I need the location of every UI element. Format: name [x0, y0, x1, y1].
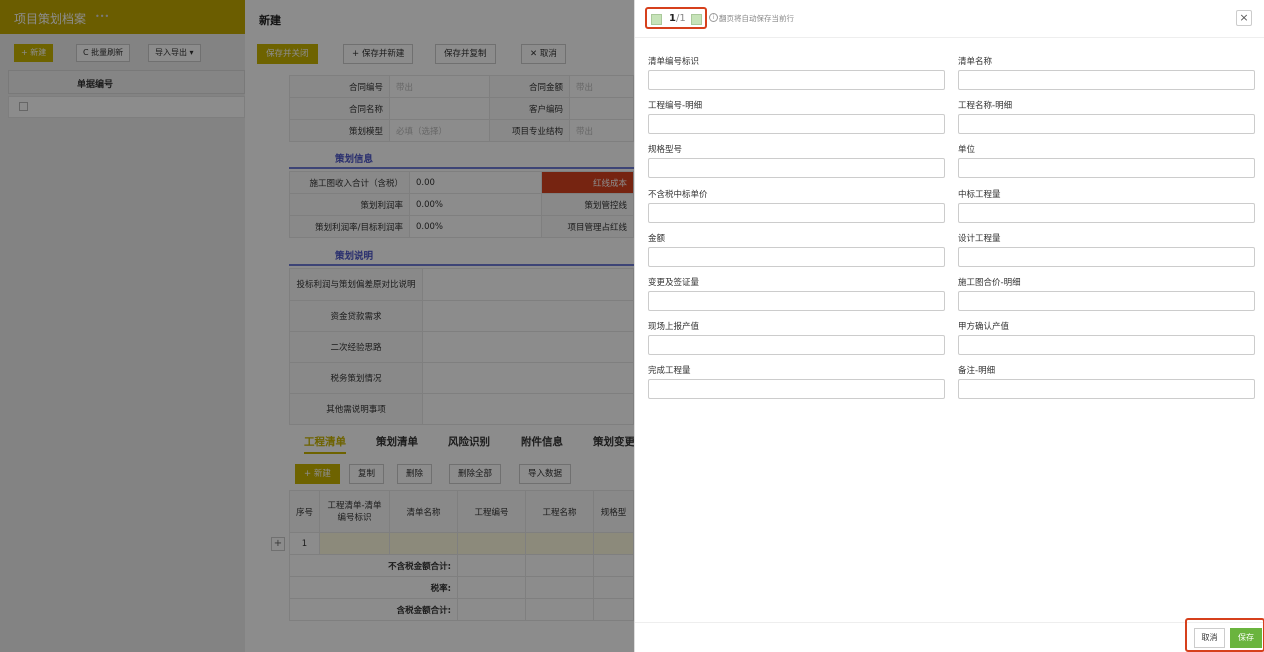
- project-name-detail-input[interactable]: [958, 114, 1255, 135]
- drawer-cancel-button[interactable]: 取消: [1194, 628, 1225, 648]
- drawing-total-price-input[interactable]: [958, 291, 1255, 311]
- amount-input[interactable]: [648, 246, 945, 267]
- row-edit-drawer: 1/1 i 翻页将自动保存当前行 × 清单编号标识 清单名称工程编号-明细 工程名称…: [634, 0, 1264, 652]
- divider: [635, 622, 1264, 623]
- close-icon[interactable]: ×: [1236, 10, 1252, 26]
- completed-quantity-input[interactable]: [648, 379, 945, 400]
- page-total: /1: [675, 13, 686, 24]
- site-reported-output-label: 现场上报产值: [648, 322, 700, 333]
- unit-input[interactable]: [958, 158, 1255, 179]
- page-indicator: 1/1: [669, 13, 686, 24]
- list-code-input[interactable]: [648, 70, 945, 90]
- bid-quantity-label: 中标工程量: [958, 189, 1001, 200]
- divider: [635, 37, 1264, 38]
- pager-hint: 翻页将自动保存当前行: [719, 14, 794, 23]
- remark-detail-label: 备注-明细: [958, 366, 996, 377]
- site-reported-output-input[interactable]: [648, 335, 945, 356]
- spec-model-label: 规格型号: [648, 145, 683, 156]
- unit-label: 单位: [958, 145, 976, 156]
- change-visa-quantity-input[interactable]: [648, 291, 945, 311]
- remark-detail-input[interactable]: [958, 379, 1255, 400]
- project-no-detail-input[interactable]: [648, 114, 945, 135]
- client-confirmed-output-label: 甲方确认产值: [958, 322, 1010, 333]
- drawer-save-button[interactable]: 保存: [1230, 628, 1262, 648]
- client-confirmed-output-input[interactable]: [958, 335, 1255, 356]
- change-visa-quantity-label: 变更及签证量: [648, 278, 700, 288]
- pager: 1/1: [645, 7, 707, 29]
- drawing-total-price-label: 施工图合价-明细: [958, 278, 1021, 288]
- next-page-button[interactable]: [691, 14, 702, 25]
- list-name-label: 清单名称: [958, 57, 993, 67]
- page-current: 1: [669, 13, 676, 24]
- untaxed-bid-price-input[interactable]: [648, 202, 945, 223]
- list-name-input[interactable]: [958, 70, 1255, 90]
- list-code-label: 清单编号标识: [648, 57, 700, 67]
- bid-quantity-input[interactable]: [958, 202, 1255, 223]
- project-name-detail-label: 工程名称-明细: [958, 101, 1013, 112]
- amount-label: 金额: [648, 233, 666, 244]
- completed-quantity-label: 完成工程量: [648, 366, 691, 377]
- design-quantity-input[interactable]: [958, 246, 1255, 267]
- prev-page-button[interactable]: [651, 14, 662, 25]
- spec-model-input[interactable]: [648, 158, 945, 179]
- untaxed-bid-price-label: 不含税中标单价: [648, 189, 708, 200]
- modal-overlay: [0, 0, 634, 652]
- info-icon: i: [709, 13, 718, 22]
- design-quantity-label: 设计工程量: [958, 233, 1001, 244]
- project-no-detail-label: 工程编号-明细: [648, 101, 703, 112]
